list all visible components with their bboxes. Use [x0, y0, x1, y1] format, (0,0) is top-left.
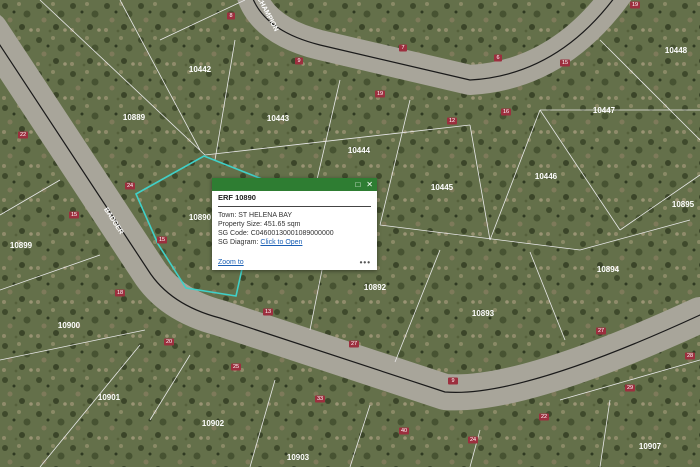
dimension-label: 15 [159, 237, 165, 243]
erf-label: 10445 [431, 183, 454, 192]
dimension-label: 29 [627, 385, 633, 391]
dimension-label: 15 [71, 212, 77, 218]
erf-label: 10444 [348, 146, 371, 155]
erf-label: 10895 [672, 200, 695, 209]
dimension-label: 12 [449, 118, 455, 124]
dimension-label: 9 [451, 378, 454, 384]
sg-diagram-row: SG Diagram: Click to Open [218, 238, 377, 247]
erf-label: 10894 [597, 265, 620, 274]
town-value: ST HELENA BAY [238, 212, 293, 219]
dimension-label: 40 [401, 428, 407, 434]
sg-diagram-link[interactable]: Click to Open [260, 239, 302, 246]
town-row: Town: ST HELENA BAY [218, 211, 377, 220]
dimension-label: 25 [233, 364, 239, 370]
property-size-value: 451.65 sqm [263, 221, 301, 228]
erf-label: 10893 [472, 309, 495, 318]
erf-label: 10907 [639, 442, 662, 451]
erf-label: 10902 [202, 419, 225, 428]
dimension-label: 19 [632, 2, 638, 8]
dimension-label: 22 [541, 414, 547, 420]
erf-label: 10890 [189, 213, 212, 222]
dimension-label: 33 [317, 396, 323, 402]
erf-label: 10442 [189, 65, 212, 74]
dimension-label: 8 [229, 13, 232, 19]
dimension-label: 19 [377, 91, 383, 97]
popup-divider [218, 206, 371, 207]
erf-label: 10892 [364, 283, 387, 292]
dimension-label: 9 [297, 58, 300, 64]
dimension-label: 6 [496, 55, 499, 61]
sg-code-row: SG Code: C04600130001089000000 [218, 229, 377, 238]
sg-diagram-label: SG Diagram: [218, 239, 259, 246]
erf-label: 10903 [287, 453, 310, 462]
popup-title: ERF 10890 [218, 193, 256, 202]
dimension-label: 13 [265, 309, 271, 315]
erf-label: 10901 [98, 393, 121, 402]
dimension-label: 16 [503, 109, 509, 115]
dimension-label: 24 [127, 183, 133, 189]
erf-label: 10447 [593, 106, 616, 115]
more-actions-button[interactable]: ••• [360, 258, 371, 267]
sg-code-value: C04600130001089000000 [250, 230, 334, 237]
dimension-label: 22 [20, 132, 26, 138]
dimension-label: 7 [401, 45, 404, 51]
erf-label: 10446 [535, 172, 558, 181]
dimension-label: 28 [687, 353, 693, 359]
dimension-label: 20 [166, 339, 172, 345]
property-size-label: Property Size: [218, 221, 262, 228]
erf-label: 10443 [267, 114, 290, 123]
close-icon[interactable]: ✕ [366, 180, 373, 189]
property-size-row: Property Size: 451.65 sqm [218, 220, 377, 229]
zoom-to-link[interactable]: Zoom to [218, 259, 244, 266]
dimension-label: 27 [598, 328, 604, 334]
minimize-icon[interactable]: □ [355, 180, 360, 189]
dimension-label: 24 [470, 437, 476, 443]
dimension-label: 18 [117, 290, 123, 296]
erf-label: 10448 [665, 46, 688, 55]
sg-code-label: SG Code: [218, 230, 249, 237]
town-label: Town: [218, 212, 237, 219]
parcel-info-popup: □ ✕ ERF 10890 Town: ST HELENA BAY Proper… [212, 178, 377, 270]
dimension-label: 15 [562, 60, 568, 66]
erf-label: 10900 [58, 321, 81, 330]
erf-label: 10889 [123, 113, 146, 122]
dimension-label: 27 [351, 341, 357, 347]
erf-label: 10899 [10, 241, 33, 250]
popup-header: □ ✕ [212, 178, 377, 191]
popup-footer: Zoom to ••• [218, 258, 371, 267]
